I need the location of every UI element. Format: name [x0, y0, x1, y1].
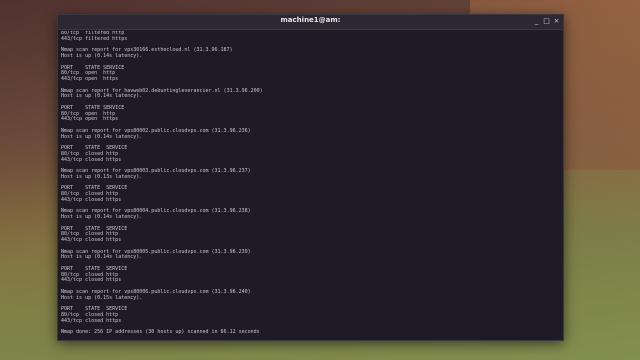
terminal-output[interactable]: 80/tcp filtered http 443/tcp filtered htt… [61, 31, 560, 338]
title-bar[interactable]: machine1@am: _ □ × [58, 15, 563, 30]
maximize-button[interactable]: □ [542, 17, 551, 26]
minimize-button[interactable]: _ [532, 17, 541, 26]
terminal-window[interactable]: machine1@am: _ □ × 80/tcp filtered http 4… [57, 14, 564, 341]
close-button[interactable]: × [552, 17, 561, 26]
window-title: machine1@am: [280, 16, 341, 24]
terminal-scrollbar[interactable] [559, 31, 562, 338]
